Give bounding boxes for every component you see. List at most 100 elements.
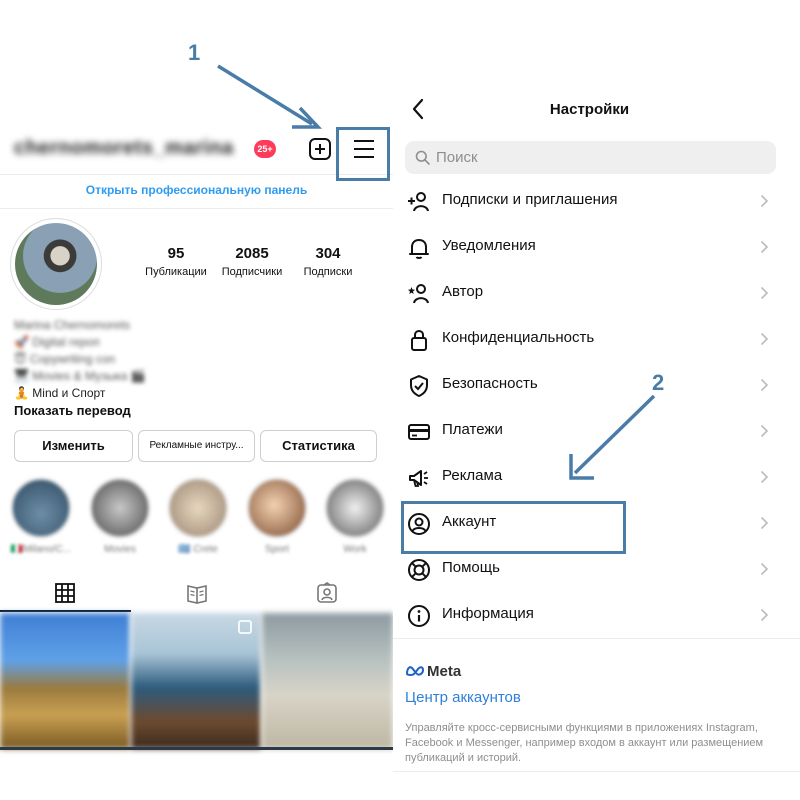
multi-photo-icon — [238, 620, 252, 634]
statistics-button[interactable]: Статистика — [260, 430, 377, 462]
profile-header: chernomorets_marina 25+ — [0, 128, 393, 174]
tagged-person-icon[interactable] — [316, 582, 338, 604]
highlight-cover — [11, 478, 71, 538]
bio-line-text: 😇 Copywriting con — [14, 352, 116, 366]
highlight-item[interactable]: Sport — [242, 478, 312, 555]
bio-line: 🚀 Digital героп — [14, 335, 100, 349]
profile-username: chernomorets_marina — [14, 137, 234, 159]
settings-item-notifications[interactable]: Уведомления — [393, 224, 786, 270]
search-placeholder: Поиск — [436, 149, 478, 166]
chevron-right-icon — [760, 608, 769, 622]
highlight-cover — [168, 478, 228, 538]
settings-item-label: Информация — [442, 605, 534, 622]
stat-following-label: Подписки — [303, 266, 353, 278]
highlight-label: Movies — [104, 544, 136, 555]
highlight-cover — [90, 478, 150, 538]
chevron-right-icon — [760, 286, 769, 300]
bio-line: 😇 Copywriting con — [14, 352, 115, 366]
avatar-image — [15, 223, 97, 305]
edit-profile-button[interactable]: Изменить — [14, 430, 133, 462]
chevron-right-icon — [760, 378, 769, 392]
highlight-item[interactable]: 🇬🇷 Crete — [163, 478, 233, 555]
settings-title: Настройки — [549, 101, 630, 118]
highlight-box-menu — [336, 127, 390, 181]
card-icon — [408, 424, 430, 440]
stat-posts-value: 95 — [167, 245, 185, 262]
bio-line-text: 🚀 Digital героп — [14, 335, 100, 349]
settings-item-subscriptions[interactable]: Подписки и приглашения — [393, 178, 786, 224]
post-thumbnail[interactable] — [0, 613, 130, 749]
stat-posts-label: Публикации — [145, 266, 207, 278]
annotation-step-1: 1 — [188, 40, 201, 65]
lock-icon — [411, 329, 427, 351]
professional-dashboard-link[interactable]: Открыть профессиональную панель — [0, 183, 393, 197]
highlight-box-account — [401, 501, 626, 554]
highlight-label: Work — [343, 544, 367, 555]
annotation-step-2: 2 — [652, 370, 665, 395]
chevron-right-icon — [760, 240, 769, 254]
stat-following[interactable]: 304 Подписки — [292, 245, 364, 278]
accounts-center-description: Управляйте кросс-сервисными функциями в … — [405, 722, 764, 764]
show-translation-link[interactable]: Показать перевод — [14, 403, 131, 418]
settings-item-payments[interactable]: Платежи — [393, 408, 786, 454]
settings-item-label: Платежи — [442, 421, 503, 438]
chevron-right-icon — [760, 332, 769, 346]
bottom-divider — [393, 771, 800, 772]
stat-followers[interactable]: 2085 Подписчики — [216, 245, 288, 278]
stat-followers-value: 2085 — [235, 245, 269, 262]
highlight-item[interactable]: Work — [320, 478, 390, 555]
settings-item-info[interactable]: Информация — [393, 592, 786, 638]
chevron-right-icon — [760, 194, 769, 208]
bio-line-text: 🎹 Movies & Музыка 🎬 — [14, 369, 146, 383]
meta-logo-text: Meta — [427, 663, 462, 680]
accounts-center-link[interactable]: Центр аккаунтов — [405, 689, 521, 706]
grid-bottom-edge — [0, 747, 393, 750]
add-person-icon — [408, 192, 429, 212]
header-divider — [0, 174, 393, 175]
lifebuoy-icon — [408, 559, 430, 581]
profile-panel: chernomorets_marina 25+ Открыть професси… — [0, 0, 393, 800]
dashboard-divider — [0, 208, 393, 209]
settings-item-creator[interactable]: Автор — [393, 270, 786, 316]
settings-item-label: Конфиденциальность — [442, 329, 595, 346]
guides-book-icon[interactable] — [186, 582, 208, 604]
meta-logo: Meta — [405, 663, 469, 681]
meta-divider — [393, 638, 800, 639]
stat-posts[interactable]: 95 Публикации — [140, 245, 212, 278]
highlight-item[interactable]: Movies — [85, 478, 155, 555]
new-post-plus-icon[interactable] — [308, 137, 332, 161]
megaphone-icon — [409, 470, 428, 487]
bell-icon — [409, 239, 429, 259]
settings-item-label: Безопасность — [442, 375, 538, 392]
post-thumbnail[interactable] — [262, 613, 393, 749]
highlight-cover — [247, 478, 307, 538]
highlight-cover — [325, 478, 385, 538]
settings-item-label: Уведомления — [442, 237, 536, 254]
live-badge[interactable]: 25+ — [254, 140, 276, 158]
profile-avatar[interactable] — [10, 218, 102, 310]
settings-item-privacy[interactable]: Конфиденциальность — [393, 316, 786, 362]
chevron-right-icon — [760, 424, 769, 438]
highlight-label: 🇮🇹Milano/C... — [10, 544, 72, 555]
active-tab-indicator — [0, 610, 131, 612]
star-person-icon — [408, 284, 429, 304]
bio-line: 🧘 Mind и Спорт — [14, 386, 106, 400]
shield-check-icon — [410, 375, 428, 397]
settings-item-ads[interactable]: Реклама — [393, 454, 786, 500]
highlight-item[interactable]: 🇮🇹Milano/C... — [6, 478, 76, 555]
meta-infinity-icon — [405, 666, 425, 677]
settings-item-label: Реклама — [442, 467, 503, 484]
stat-following-value: 304 — [315, 245, 341, 262]
settings-item-security[interactable]: Безопасность — [393, 362, 786, 408]
ad-tools-button[interactable]: Рекламные инстру... — [138, 430, 255, 462]
profile-tabs — [0, 574, 393, 612]
chevron-right-icon — [760, 516, 769, 530]
info-icon — [408, 605, 430, 627]
settings-search-input[interactable]: Поиск — [405, 141, 776, 174]
highlight-label: Sport — [265, 544, 289, 555]
chevron-right-icon — [760, 562, 769, 576]
search-icon — [415, 150, 430, 165]
bio-line: 🎹 Movies & Музыка 🎬 — [14, 369, 146, 383]
settings-item-label: Подписки и приглашения — [442, 191, 618, 208]
grid-icon[interactable] — [54, 582, 76, 604]
